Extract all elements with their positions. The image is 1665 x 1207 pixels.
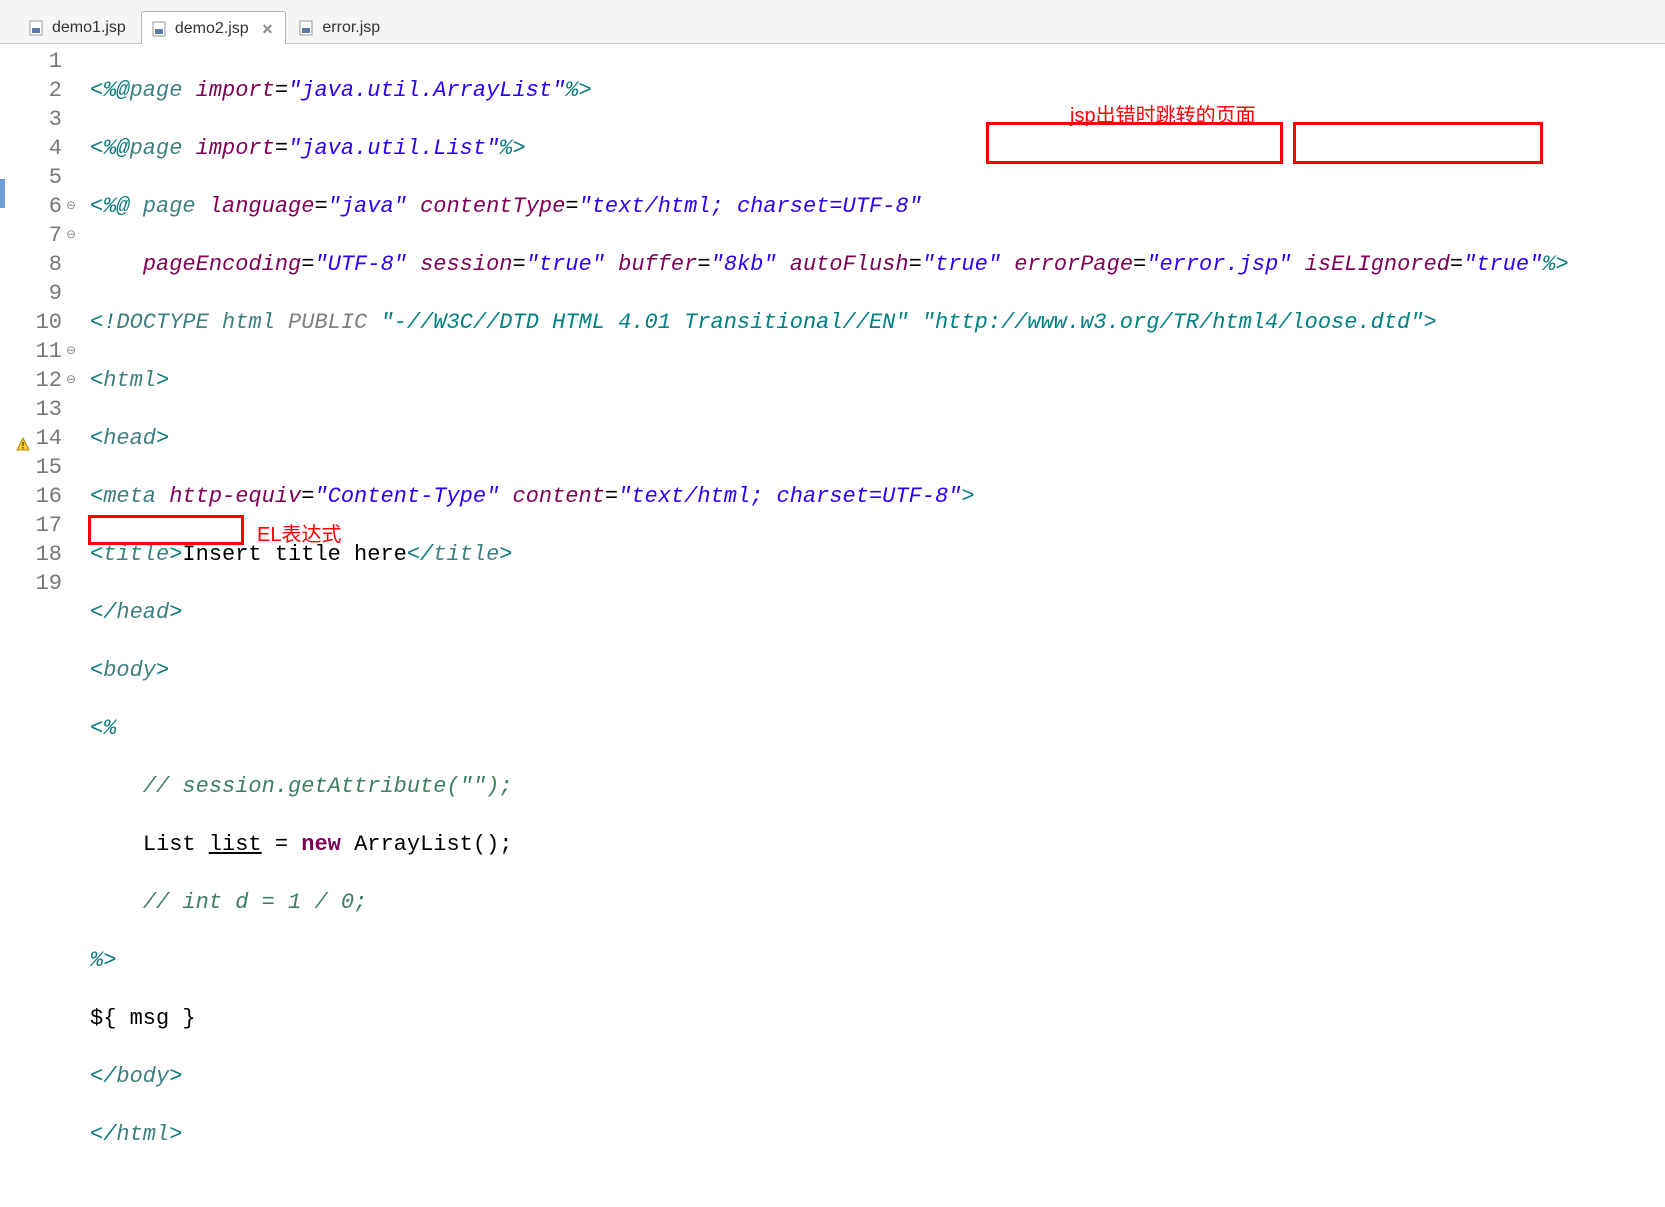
tab-bar: demo1.jsp demo2.jsp ✕ error.jsp [0, 0, 1665, 44]
line-number-gutter: 1 2 3 4 5 6⊖ 7⊖ 8 9 10 11⊖ 12⊖ 13 14 15 … [14, 44, 86, 639]
line-number: 5 [34, 163, 62, 192]
tab-label: error.jsp [322, 19, 380, 37]
line-number: 7 [34, 221, 62, 250]
annotation-el: EL表达式 [257, 518, 341, 547]
tab-demo2[interactable]: demo2.jsp ✕ [141, 11, 287, 44]
line-number: 12 [34, 366, 62, 395]
line-number: 4 [34, 134, 62, 163]
current-line-marker [0, 179, 5, 208]
line-number: 15 [34, 453, 62, 482]
line-number: 11 [34, 337, 62, 366]
line-number: 16 [34, 482, 62, 511]
line-number: 3 [34, 105, 62, 134]
line-number: 13 [34, 395, 62, 424]
line-number: 1 [34, 47, 62, 76]
tab-error[interactable]: error.jsp [288, 10, 393, 43]
line-number: 19 [34, 569, 62, 598]
jsp-file-icon [29, 20, 45, 36]
fold-icon[interactable]: ⊖ [64, 337, 76, 366]
line-number: 18 [34, 540, 62, 569]
line-number: 14 [34, 424, 62, 453]
fold-icon[interactable]: ⊖ [64, 366, 76, 395]
close-icon[interactable]: ✕ [262, 21, 274, 38]
tab-label: demo1.jsp [52, 19, 126, 37]
line-number: 10 [34, 308, 62, 337]
fold-icon[interactable]: ⊖ [64, 221, 76, 250]
line-number: 8 [34, 250, 62, 279]
jsp-file-icon [152, 21, 168, 37]
line-number: 17 [34, 511, 62, 540]
line-number: 6 [34, 192, 62, 221]
line-number: 2 [34, 76, 62, 105]
warning-icon[interactable] [16, 431, 30, 445]
tab-label: demo2.jsp [175, 20, 249, 38]
tab-demo1[interactable]: demo1.jsp [18, 10, 139, 43]
fold-icon[interactable]: ⊖ [64, 192, 76, 221]
jsp-file-icon [299, 20, 315, 36]
code-editor[interactable]: <%@page import="java.util.ArrayList"%> <… [86, 44, 1665, 639]
editor-area: 1 2 3 4 5 6⊖ 7⊖ 8 9 10 11⊖ 12⊖ 13 14 15 … [0, 44, 1665, 639]
editor-window: demo1.jsp demo2.jsp ✕ error.jsp 1 2 3 4 … [0, 0, 1665, 639]
line-number: 9 [34, 279, 62, 308]
annotation-jsp-error: jsp出错时跳转的页面 [1070, 99, 1256, 128]
left-margin [0, 44, 14, 639]
